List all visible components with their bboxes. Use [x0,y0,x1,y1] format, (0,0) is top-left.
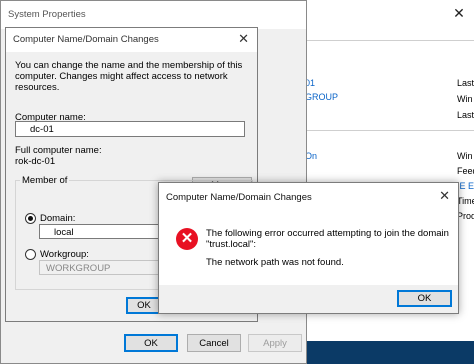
full-name-value: rok-dc-01 [15,156,56,167]
description-text: You can change the name and the membersh… [15,60,243,93]
bg-right-item: Win [457,94,473,104]
ok-button[interactable]: OK [126,297,162,314]
bg-right-item: Time [457,196,474,206]
domain-radio[interactable] [25,213,36,224]
error-message-line1: The following error occurred attempting … [206,228,449,239]
error-icon: ✕ [176,228,198,250]
title-bar: Computer Name/Domain Changes ✕ [159,183,458,209]
dialog-footer: OK [159,285,458,313]
bg-right-item: IE E [457,181,474,191]
full-name-label: Full computer name: [15,145,102,156]
title-bar: System Properties [1,1,306,29]
ok-button[interactable]: OK [397,290,452,307]
member-of-label: Member of [20,175,70,186]
close-icon[interactable]: ✕ [238,31,249,47]
bg-right-item: Prod [457,211,474,221]
title-bar: Computer Name/Domain Changes ✕ [6,28,257,52]
error-message-line2: "trust.local": [206,239,257,250]
bg-link-group[interactable]: GROUP [305,92,338,102]
dialog-title: Computer Name/Domain Changes [13,34,159,45]
dialog-title: Computer Name/Domain Changes [166,192,312,203]
domain-input[interactable]: local [39,224,165,239]
bg-right-item: Win [457,151,473,161]
computer-name-input[interactable]: dc-01 [15,121,245,137]
workgroup-input[interactable]: WORKGROUP [39,260,165,275]
workgroup-radio[interactable] [25,249,36,260]
apply-button[interactable]: Apply [248,334,302,352]
error-detail: The network path was not found. [206,257,344,268]
cancel-button[interactable]: Cancel [187,334,241,352]
domain-label: Domain: [40,213,76,224]
close-icon[interactable]: ✕ [439,188,450,204]
window-title: System Properties [8,9,86,20]
ok-button[interactable]: OK [124,334,178,352]
bg-right-item: Last [457,78,474,88]
bg-right-item: Last [457,110,474,120]
bg-right-item: Feed [457,166,474,176]
error-dialog: Computer Name/Domain Changes ✕ ✕ The fol… [158,182,459,314]
workgroup-label: Workgroup: [40,249,89,260]
close-icon[interactable]: ✕ [444,0,474,26]
